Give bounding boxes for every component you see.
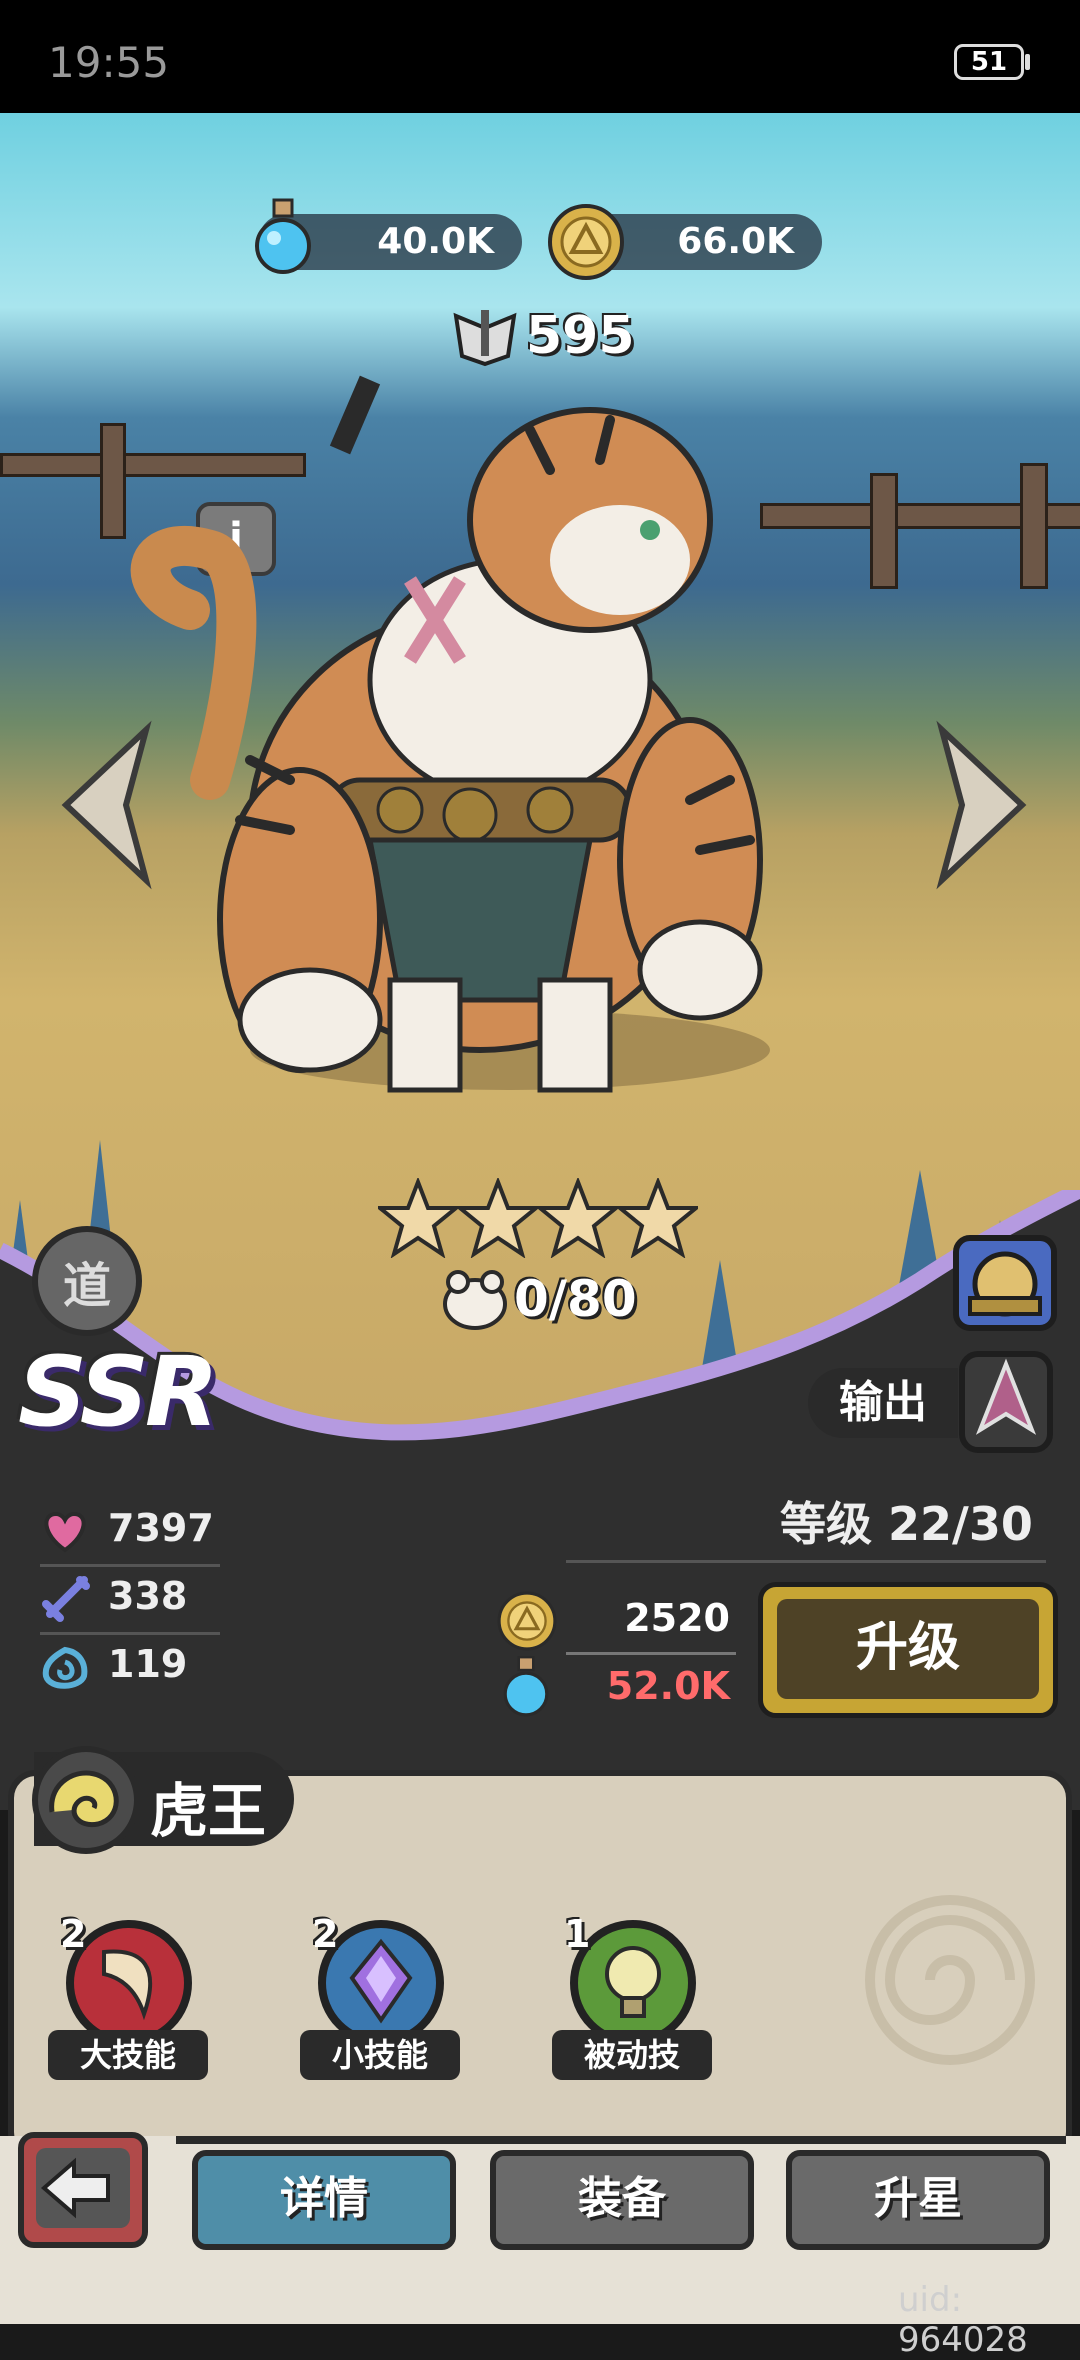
stat-attack: 338 — [108, 1574, 188, 1618]
skill-label: 大技能 — [48, 2030, 208, 2080]
skill-minor[interactable]: 2 小技能 — [300, 1912, 460, 2100]
battery-nub — [1025, 54, 1030, 70]
divider — [40, 1564, 220, 1567]
combat-power: 595 — [526, 306, 635, 366]
tab-star-up[interactable]: 升星 — [786, 2150, 1050, 2250]
skill-level: 2 — [312, 1912, 339, 1956]
fence-post — [870, 473, 898, 589]
skill-label: 小技能 — [300, 2030, 460, 2080]
lightbulb-icon — [605, 1946, 661, 2018]
status-time: 19:55 — [48, 38, 170, 87]
stat-hp: 7397 — [108, 1506, 214, 1550]
divider — [566, 1560, 1046, 1563]
tiger-king-hero[interactable] — [130, 360, 830, 1120]
attack-sword-icon — [42, 1576, 90, 1622]
damage-role-icon[interactable] — [958, 1350, 1054, 1454]
combat-power-icon — [453, 310, 517, 367]
battery-indicator: 51 — [954, 44, 1024, 80]
defense-icon — [42, 1646, 88, 1689]
user-id: uid: 964028 — [898, 2280, 1028, 2360]
upgrade-button-label: 升级 — [777, 1599, 1039, 1699]
crystal-icon — [349, 1938, 413, 2024]
skill-passive[interactable]: 1 被动技 — [552, 1912, 712, 2100]
skill-ultimate[interactable]: 2 大技能 — [48, 1912, 208, 2100]
hero-name: 虎王 — [150, 1777, 267, 1845]
hero-emblem — [32, 1746, 140, 1854]
gold-amount: 66.0K — [677, 221, 794, 262]
faction-badge[interactable]: 道 — [32, 1226, 142, 1336]
divider — [40, 1632, 220, 1635]
health-icon — [44, 1511, 86, 1553]
skill-level: 2 — [60, 1912, 87, 1956]
skill-label: 被动技 — [552, 2030, 712, 2080]
upgrade-button[interactable]: 升级 — [758, 1582, 1058, 1718]
horn-icon — [102, 1949, 153, 2021]
tab-details[interactable]: 详情 — [192, 2150, 456, 2250]
upgrade-gold-cost: 2520 — [624, 1596, 730, 1640]
faction-spiral-icon — [49, 1770, 119, 1828]
rarity-label: SSR — [18, 1336, 219, 1448]
tab-equipment[interactable]: 装备 — [490, 2150, 754, 2250]
fence-post — [1020, 463, 1048, 589]
stat-defense: 119 — [108, 1642, 188, 1686]
fence-post — [100, 423, 126, 539]
skill-level: 1 — [564, 1912, 591, 1956]
potion-icon — [255, 198, 311, 274]
back-button[interactable] — [18, 2132, 148, 2248]
next-hero-arrow-icon[interactable] — [922, 720, 1032, 890]
spiral-decoration — [865, 1895, 1035, 2065]
upgrade-potion-cost: 52.0K — [606, 1664, 730, 1708]
gold-coin-icon — [548, 204, 624, 280]
back-arrow-icon — [40, 2157, 110, 2219]
hero-level: 等级 22/30 — [780, 1497, 1033, 1551]
bell-emblem-icon[interactable] — [950, 1232, 1060, 1342]
potion-amount: 40.0K — [377, 221, 494, 262]
back-button-inner — [36, 2148, 130, 2228]
role-label: 输出 — [808, 1368, 958, 1438]
divider — [566, 1652, 736, 1655]
bottom-nav-rule — [176, 2136, 1066, 2144]
